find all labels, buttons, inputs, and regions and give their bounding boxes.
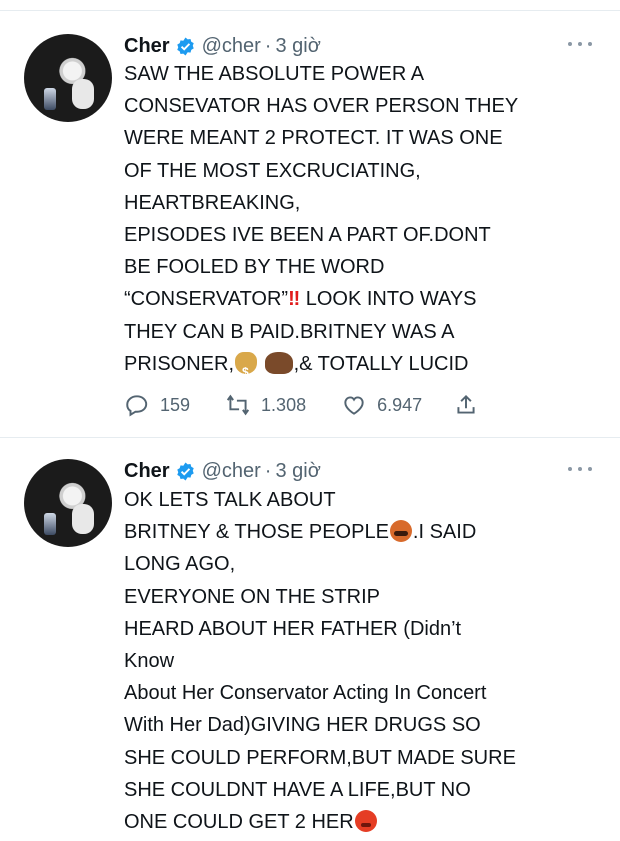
heart-icon	[344, 396, 364, 415]
tweet-line: CONSEVATOR HAS OVER PERSON THEY	[124, 95, 519, 118]
verified-badge-icon	[176, 36, 194, 56]
reply-button[interactable]: 159	[124, 392, 190, 418]
tweet-text-segment: PRISONER,	[124, 352, 235, 375]
tweet-line: “CONSERVATOR”‼ LOOK INTO WAYS	[124, 283, 594, 315]
tweet-text-segment: LOOK INTO WAYS	[300, 288, 477, 311]
tweet-time[interactable]: 3 giờ	[275, 35, 320, 58]
top-divider	[0, 10, 620, 11]
user-handle[interactable]: @cher	[202, 460, 261, 483]
separator-dot: ·	[264, 459, 272, 482]
tweet-line: About Her Conservator Acting In Concert	[124, 682, 487, 705]
separator-dot: ·	[264, 34, 272, 57]
angry-face-icon	[389, 520, 412, 543]
tweet-line: EVERYONE ON THE STRIP	[124, 585, 380, 608]
tweet-text-segment: .I SAID	[412, 521, 477, 544]
tweet-text-segment: ,& TOTALLY LUCID	[293, 352, 469, 375]
tweet-header: Cher @cher · 3 giờ	[124, 457, 321, 485]
tweet-time[interactable]: 3 giờ	[275, 460, 320, 483]
avatar[interactable]	[24, 34, 112, 122]
angry-face-icon	[354, 809, 377, 832]
money-bag-icon	[235, 351, 258, 388]
reply-count: 159	[160, 394, 191, 415]
tweet-line: ONE COULD GET 2 HER	[124, 806, 594, 838]
tweet-text: OK LETS TALK ABOUT BRITNEY & THOSE PEOPL…	[124, 484, 594, 838]
tweet-actions: 159 1.308 6.947	[124, 389, 514, 421]
tweet-line: Know	[124, 649, 175, 672]
like-button[interactable]: 6.947	[341, 392, 422, 418]
tweet-line: BRITNEY & THOSE PEOPLE .I SAID	[124, 516, 594, 548]
more-options-icon[interactable]	[568, 42, 592, 50]
tweet-line: SHE COULD PERFORM,BUT MADE SURE	[124, 746, 516, 769]
tweet-line: THEY CAN B PAID.BRITNEY WAS A	[124, 320, 455, 343]
user-name[interactable]: Cher	[124, 460, 170, 483]
user-name[interactable]: Cher	[124, 35, 170, 58]
tweet-divider	[0, 437, 620, 438]
tweet-line: PRISONER, ,& TOTALLY LUCID	[124, 348, 594, 388]
tweet-card-2[interactable]: Cher @cher · 3 giờ OK LETS TALK ABOUT BR…	[0, 447, 620, 841]
tweet-line: EPISODES IVE BEEN A PART OF.DONT	[124, 223, 491, 246]
tweet-text-segment: “CONSERVATOR”	[124, 288, 289, 311]
ox-icon	[264, 351, 293, 374]
tweet-card-1[interactable]: Cher @cher · 3 giờ SAW THE ABSOLUTE POWE…	[0, 22, 620, 437]
tweet-line: SAW THE ABSOLUTE POWER A	[124, 63, 425, 85]
tweet-line: HEARD ABOUT HER FATHER (Didn’t	[124, 617, 462, 640]
tweet-line: SHE COULDNT HAVE A LIFE,BUT NO	[124, 778, 471, 801]
retweet-count: 1.308	[261, 394, 307, 415]
like-count: 6.947	[377, 394, 423, 415]
share-icon[interactable]	[453, 392, 479, 418]
tweet-line: WERE MEANT 2 PROTECT. IT WAS ONE	[124, 127, 503, 150]
retweet-icon	[226, 394, 250, 416]
tweet-text-segment: BRITNEY & THOSE PEOPLE	[124, 521, 389, 544]
tweet-line: BE FOOLED BY THE WORD	[124, 256, 385, 279]
verified-badge-icon	[176, 461, 194, 481]
tweet-text: SAW THE ABSOLUTE POWER A CONSEVATOR HAS …	[124, 58, 594, 388]
user-handle[interactable]: @cher	[202, 35, 261, 58]
reply-icon	[126, 395, 148, 417]
double-exclamation-icon: ‼	[288, 288, 301, 311]
tweet-line: With Her Dad)GIVING HER DRUGS SO	[124, 714, 481, 737]
avatar[interactable]	[24, 459, 112, 547]
tweet-line: LONG AGO,	[124, 553, 236, 576]
tweet-header: Cher @cher · 3 giờ	[124, 32, 321, 60]
tweet-line: HEARTBREAKING,	[124, 191, 301, 214]
tweet-line: OK LETS TALK ABOUT	[124, 489, 336, 511]
tweet-line: OF THE MOST EXCRUCIATING,	[124, 159, 421, 182]
tweet-text-segment: ONE COULD GET 2 HER	[124, 810, 354, 833]
retweet-button[interactable]: 1.308	[225, 392, 306, 418]
more-options-icon[interactable]	[568, 467, 592, 475]
